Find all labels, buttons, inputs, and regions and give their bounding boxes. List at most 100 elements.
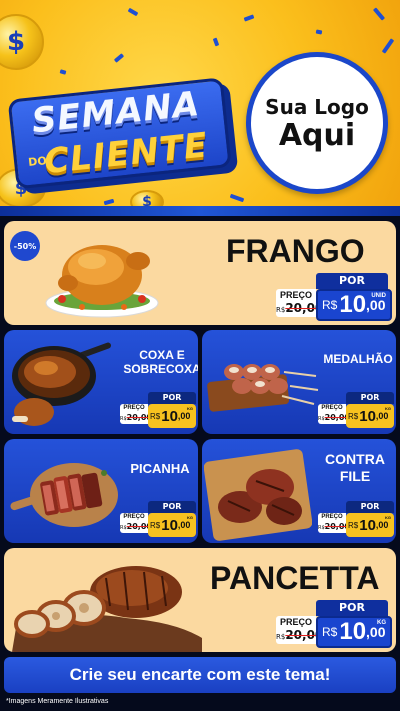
confetti-piece	[212, 37, 220, 47]
product-name-line-2: SOBRECOXA	[123, 362, 198, 377]
price-tag: POR PREÇO R$20,00 R$ 10 ,00 KG	[318, 392, 394, 428]
old-price-label: PREÇO	[123, 405, 145, 411]
steaks-board-image	[204, 449, 312, 541]
product-card-coxa-sobrecoxa: COXA E SOBRECOXA POR PREÇO R$20,00 R$ 10…	[4, 330, 198, 434]
product-name: COXA E SOBRECOXA	[122, 348, 198, 377]
old-price-currency: R$	[318, 525, 325, 531]
price-tag: POR PREÇO R$20,00 R$ 10 ,00 KG	[120, 392, 196, 428]
product-name-line-2: FILE	[339, 467, 371, 484]
confetti-piece	[59, 69, 67, 75]
price-currency: R$	[348, 411, 359, 421]
confetti-piece	[229, 193, 245, 203]
new-price: R$ 10 ,00 KG	[316, 616, 392, 648]
price-decimal: ,00	[177, 520, 191, 530]
old-price: PREÇO R$20,00	[318, 513, 350, 533]
picanha-board-image	[10, 463, 118, 527]
price-unit: KG	[385, 406, 391, 411]
price-tag: POR PREÇO R$20,00 R$ 10 ,00 KG	[276, 600, 392, 648]
product-name: PICANHA	[130, 461, 190, 476]
price-currency: R$	[322, 298, 338, 312]
product-name: FRANGO	[226, 233, 365, 269]
disclaimer-text: *Imagens Meramente Ilustrativas	[6, 698, 109, 705]
price-decimal: ,00	[177, 411, 191, 421]
price-decimal: ,00	[366, 624, 386, 640]
new-price: R$ 10 ,00 KG	[148, 513, 196, 537]
new-price: R$ 10 ,00 UNID	[316, 289, 392, 321]
product-name: PANCETTA	[210, 560, 380, 596]
old-price-currency: R$	[120, 416, 127, 422]
old-price: PREÇO R$20,00	[318, 404, 350, 424]
old-price-currency: R$	[318, 416, 325, 422]
old-price: PREÇO R$20,00	[120, 513, 152, 533]
price-integer: 10	[359, 407, 376, 425]
price-currency: R$	[150, 520, 161, 530]
price-unit: KG	[377, 620, 386, 626]
confetti-piece	[381, 38, 395, 54]
price-tag: POR PREÇO R$20,00 R$ 10 ,00 UNID	[276, 273, 392, 321]
price-unit: KG	[187, 515, 193, 520]
old-price-label: PREÇO	[123, 514, 145, 520]
product-card-picanha: PICANHA POR PREÇO R$20,00 R$ 10 ,00 KG	[4, 439, 198, 543]
old-price-currency: R$	[276, 633, 286, 641]
old-price: PREÇO R$20,00	[276, 616, 323, 644]
old-price-label: PREÇO	[321, 514, 343, 520]
product-name-line-1: COXA E	[139, 348, 185, 362]
logo-placeholder: Sua Logo Aqui	[246, 52, 388, 194]
old-price-currency: R$	[276, 306, 286, 314]
price-integer: 10	[161, 407, 178, 425]
cta-banner[interactable]: Crie seu encarte com este tema!	[4, 657, 396, 693]
old-price: PREÇO R$20,00	[276, 289, 323, 317]
header-banner: $ $ $ $ SEMANA DO CLIENTE Sua Logo Aqui	[0, 0, 400, 216]
price-unit: KG	[385, 515, 391, 520]
price-unit: KG	[187, 406, 193, 411]
discount-badge: -50%	[10, 231, 40, 261]
price-por-label: POR	[148, 501, 196, 513]
price-decimal: ,00	[366, 297, 386, 313]
new-price: R$ 10 ,00 KG	[148, 404, 196, 428]
logo-text-line-2: Aqui	[278, 117, 356, 153]
price-por-label: POR	[316, 273, 388, 289]
price-decimal: ,00	[375, 411, 389, 421]
old-price-currency: R$	[120, 525, 127, 531]
product-card-pancetta: PANCETTA POR PREÇO R$20,00 R$ 10 ,00 KG	[4, 548, 396, 652]
price-decimal: ,00	[375, 520, 389, 530]
product-name-line-1: CONTRA	[325, 451, 385, 467]
price-unit: UNID	[371, 293, 386, 299]
old-price-label: PREÇO	[321, 405, 343, 411]
price-tag: POR PREÇO R$20,00 R$ 10 ,00 KG	[120, 501, 196, 537]
roast-chicken-image	[45, 245, 159, 318]
logo-text-line-1: Sua Logo	[265, 94, 369, 119]
chicken-thigh-pan-image	[12, 342, 112, 426]
old-price-label: PREÇO	[279, 290, 312, 300]
confetti-piece	[372, 7, 386, 21]
new-price: R$ 10 ,00 KG	[346, 513, 394, 537]
old-price: PREÇO R$20,00	[120, 404, 152, 424]
header-divider	[0, 206, 400, 216]
product-card-contra-file: CONTRA FILE POR PREÇO R$20,00 R$ 10 ,00 …	[202, 439, 396, 543]
product-card-medalhao: MEDALHÃO POR PREÇO R$20,00 R$ 10 ,00 KG	[202, 330, 396, 434]
price-currency: R$	[150, 411, 161, 421]
price-integer: 10	[339, 291, 367, 318]
price-currency: R$	[348, 520, 359, 530]
confetti-piece	[113, 53, 125, 63]
new-price: R$ 10 ,00 KG	[346, 404, 394, 428]
price-integer: 10	[359, 516, 376, 534]
pancetta-roast-image	[12, 566, 202, 652]
price-currency: R$	[322, 625, 338, 639]
old-price-label: PREÇO	[279, 617, 312, 627]
price-por-label: POR	[346, 501, 394, 513]
price-integer: 10	[161, 516, 178, 534]
confetti-piece	[315, 29, 323, 35]
confetti-piece	[127, 7, 139, 17]
confetti-piece	[243, 14, 255, 22]
product-name: MEDALHÃO	[323, 352, 393, 366]
price-integer: 10	[339, 618, 367, 645]
price-por-label: POR	[316, 600, 388, 616]
confetti-piece	[103, 198, 115, 206]
price-por-label: POR	[346, 392, 394, 404]
price-tag: POR PREÇO R$20,00 R$ 10 ,00 KG	[318, 501, 394, 537]
medallion-skewers-image	[207, 364, 319, 412]
product-name: CONTRA FILE	[312, 451, 396, 485]
price-por-label: POR	[148, 392, 196, 404]
product-card-frango: -50% FRANGO POR PREÇO R$20,00 R$ 10 ,00 …	[4, 221, 396, 325]
